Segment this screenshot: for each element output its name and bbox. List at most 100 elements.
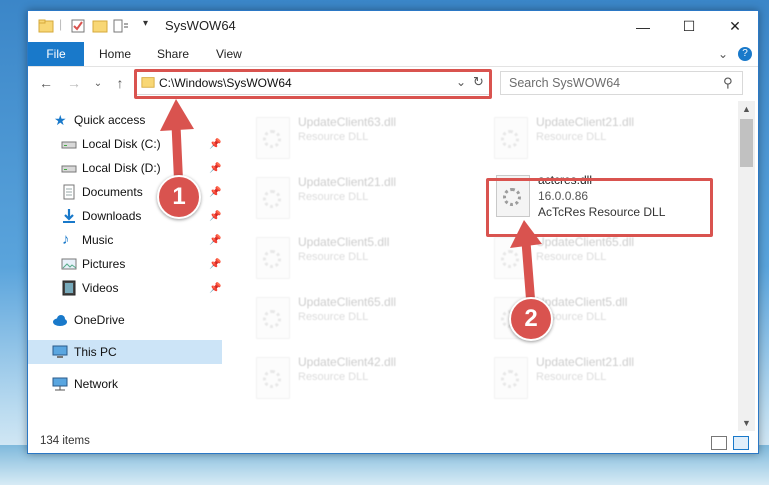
sidebar-item-label: This PC (74, 345, 117, 359)
pin-icon: 📌 (209, 186, 222, 198)
file-name: UpdateClient63.dll (298, 115, 397, 129)
downloads-icon (63, 209, 75, 223)
window-title: SysWOW64 (165, 18, 236, 33)
large-icons-view-icon[interactable] (733, 436, 749, 450)
sidebar-item-label: Local Disk (D:) (82, 161, 161, 175)
status-bar: 134 items (28, 431, 758, 453)
pin-icon: 📌 (209, 210, 222, 222)
sidebar-item-label: Quick access (74, 113, 146, 127)
dll-file-icon (494, 117, 528, 159)
vertical-scrollbar[interactable]: ▲ ▼ (738, 101, 755, 431)
sidebar-item-label: OneDrive (74, 313, 125, 327)
pin-icon: 📌 (209, 282, 222, 294)
drive-icon (61, 141, 77, 149)
file-type: Resource DLL (298, 131, 369, 143)
details-view-icon[interactable] (711, 436, 727, 450)
customize-toolbar-icon[interactable] (113, 18, 129, 34)
sidebar-item-this-pc[interactable]: This PC (28, 340, 222, 364)
dll-file-icon (256, 177, 290, 219)
sidebar-item-label: Pictures (82, 257, 126, 271)
folder-icon (38, 19, 54, 33)
back-button[interactable]: ← (36, 73, 56, 93)
computer-icon (52, 345, 68, 358)
properties-icon[interactable] (70, 18, 86, 34)
cloud-icon (53, 315, 67, 326)
dll-file-icon (256, 237, 290, 279)
sidebar-item-label: Downloads (82, 209, 142, 223)
music-icon: ♪ (62, 231, 70, 248)
file-type: Resource DLL (536, 371, 607, 383)
file-name: UpdateClient21.dll (536, 355, 635, 369)
title-separator: | (59, 17, 63, 31)
scroll-down-icon[interactable]: ▼ (738, 415, 755, 431)
pin-icon: 📌 (209, 258, 222, 270)
scroll-up-icon[interactable]: ▲ (738, 101, 755, 117)
file-type: Resource DLL (298, 251, 369, 263)
dll-file-icon (256, 297, 290, 339)
tab-view[interactable]: View (216, 42, 242, 66)
list-item[interactable]: UpdateClient42.dll Resource DLL (246, 353, 456, 407)
minimize-button[interactable]: — (620, 11, 666, 42)
recent-locations-button[interactable]: ⌄ (88, 73, 108, 93)
close-button[interactable]: ✕ (712, 11, 758, 42)
file-type: Resource DLL (298, 191, 369, 203)
documents-icon (63, 184, 75, 200)
list-item[interactable]: UpdateClient21.dll Resource DLL (246, 173, 456, 227)
tab-share[interactable]: Share (157, 42, 189, 66)
up-button[interactable]: ↑ (110, 73, 130, 93)
pin-icon: 📌 (209, 138, 222, 150)
list-item[interactable]: UpdateClient5.dll Resource DLL (246, 233, 456, 287)
sidebar-item-label: Local Disk (C:) (82, 137, 161, 151)
item-count: 134 items (40, 435, 90, 447)
tab-home[interactable]: Home (99, 42, 131, 66)
pin-icon: 📌 (209, 234, 222, 246)
maximize-button[interactable]: ☐ (666, 11, 712, 42)
qa-dropdown-icon[interactable]: ▾ (143, 18, 148, 29)
tab-file[interactable]: File (28, 42, 84, 66)
dll-file-icon (256, 357, 290, 399)
star-icon: ★ (54, 112, 67, 128)
pictures-icon (61, 258, 77, 270)
navigation-bar: ← → ⌄ ↑ C:\Windows\SysWOW64 ⌄ ↻ Search S… (28, 67, 758, 99)
file-name: UpdateClient21.dll (536, 115, 635, 129)
sidebar-item-onedrive[interactable]: OneDrive (28, 308, 222, 332)
sidebar-item-label: Videos (82, 281, 119, 295)
list-item[interactable]: UpdateClient21.dll Resource DLL (484, 113, 694, 167)
file-name: UpdateClient42.dll (298, 355, 397, 369)
search-box[interactable]: Search SysWOW64 ⚲ (500, 71, 743, 95)
file-type: Resource DLL (298, 311, 369, 323)
pin-icon: 📌 (209, 162, 222, 174)
step-1-badge: 1 (157, 175, 201, 219)
sidebar-item-label: Music (82, 233, 114, 247)
list-item[interactable]: UpdateClient21.dll Resource DLL (484, 353, 694, 407)
file-name: UpdateClient5.dll (298, 235, 390, 249)
file-name: UpdateClient21.dll (298, 175, 397, 189)
dll-file-icon (494, 357, 528, 399)
search-icon[interactable]: ⚲ (723, 75, 733, 91)
sidebar-item-videos[interactable]: Videos 📌 (28, 276, 222, 300)
scroll-thumb[interactable] (740, 119, 753, 167)
list-item[interactable]: UpdateClient65.dll Resource DLL (246, 293, 456, 347)
list-item[interactable]: UpdateClient63.dll Resource DLL (246, 113, 456, 167)
file-list: UpdateClient63.dll Resource DLL UpdateCl… (224, 101, 736, 431)
search-placeholder: Search SysWOW64 (509, 76, 621, 90)
new-folder-icon[interactable] (92, 18, 108, 34)
file-type: Resource DLL (298, 371, 369, 383)
drive-icon (61, 165, 77, 173)
step-2-badge: 2 (509, 297, 553, 341)
file-explorer-window: | ▾ SysWOW64 — ☐ ✕ File Home Share View … (27, 10, 759, 454)
forward-button[interactable]: → (64, 73, 84, 93)
dll-file-icon (256, 117, 290, 159)
ribbon-tabs: File Home Share View ⌄ ? (28, 42, 758, 67)
title-bar: | ▾ SysWOW64 — ☐ ✕ (28, 11, 758, 42)
sidebar-item-label: Documents (82, 185, 143, 199)
help-icon[interactable]: ? (738, 47, 752, 61)
sidebar-item-music[interactable]: ♪ Music 📌 (28, 228, 222, 252)
sidebar-item-pictures[interactable]: Pictures 📌 (28, 252, 222, 276)
expand-ribbon-icon[interactable]: ⌄ (718, 42, 728, 66)
videos-icon (62, 280, 76, 296)
file-name: UpdateClient65.dll (298, 295, 397, 309)
sidebar-item-label: Network (74, 377, 119, 391)
file-type: Resource DLL (536, 131, 607, 143)
sidebar-item-network[interactable]: Network (28, 372, 222, 396)
